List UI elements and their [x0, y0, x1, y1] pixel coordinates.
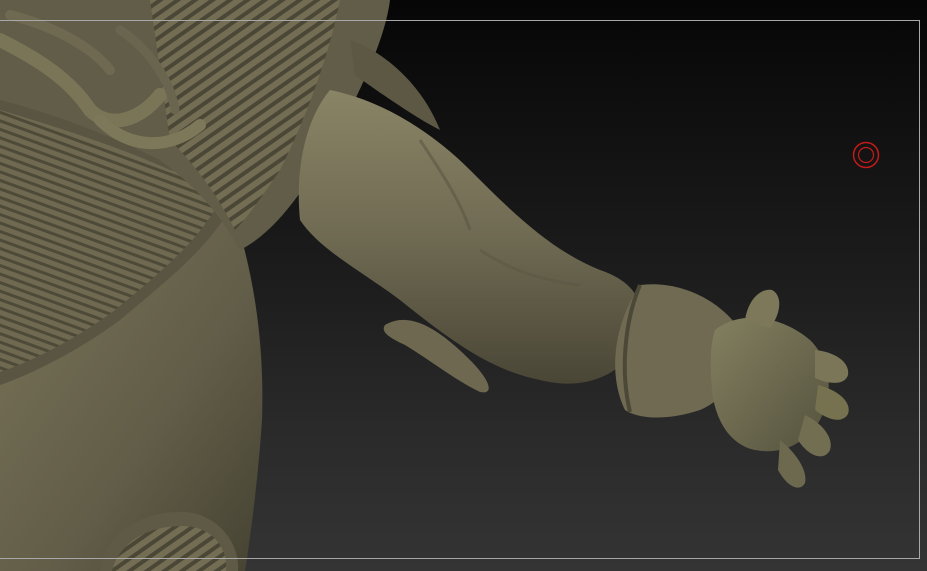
canvas-viewport[interactable]	[0, 0, 927, 571]
sculpt-model[interactable]	[0, 0, 927, 571]
brush-cursor-icon	[852, 141, 880, 169]
